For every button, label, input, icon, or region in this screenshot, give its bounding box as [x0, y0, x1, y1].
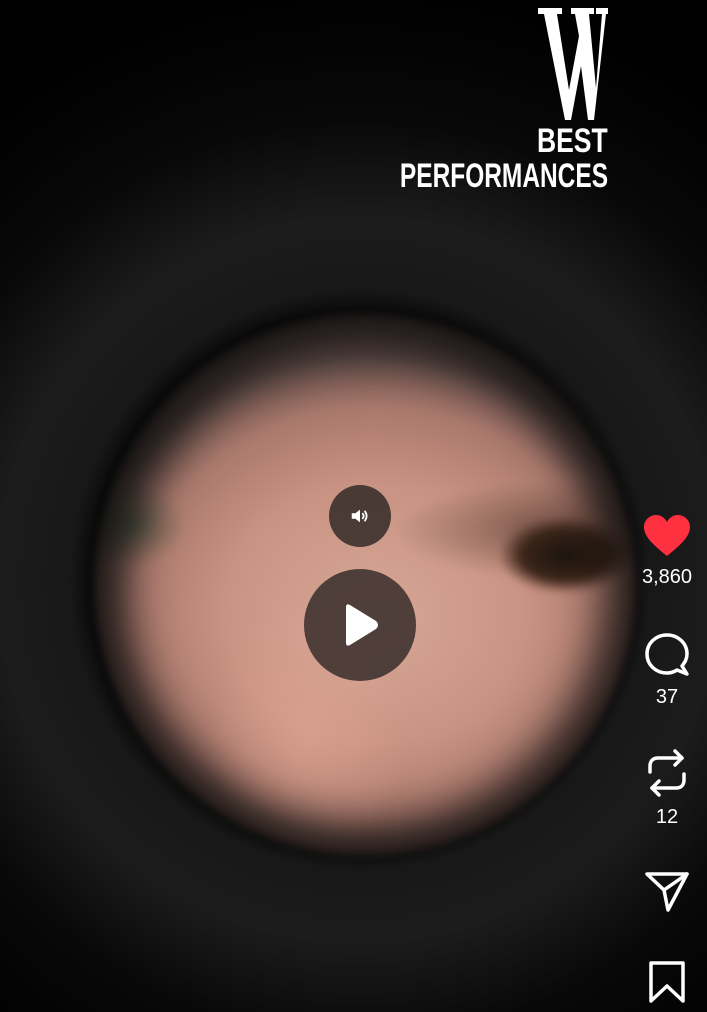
like-count: 3,860 — [641, 566, 693, 588]
bookmark-icon — [649, 961, 685, 1003]
logo-korea-text: KOREA — [550, 20, 556, 47]
comment-action: 37 — [627, 632, 707, 709]
share-button[interactable] — [644, 868, 690, 914]
comment-button[interactable] — [644, 632, 690, 678]
w-logo-letter — [538, 8, 608, 120]
repost-icon — [648, 749, 686, 797]
like-action: 3,860 — [627, 514, 707, 589]
repost-action: 12 — [627, 748, 707, 829]
save-action — [627, 960, 707, 1004]
send-paper-plane-icon — [645, 872, 689, 912]
repost-button[interactable] — [644, 748, 690, 798]
sound-toggle-button[interactable] — [329, 485, 391, 547]
repost-count: 12 — [655, 806, 679, 828]
comment-count: 37 — [655, 686, 679, 708]
heart-icon — [644, 515, 690, 556]
share-action — [627, 868, 707, 914]
speaker-icon — [351, 509, 368, 523]
play-button[interactable] — [304, 569, 416, 681]
play-icon — [346, 604, 378, 646]
save-button[interactable] — [648, 960, 686, 1004]
logo-best-text: BEST — [537, 122, 608, 160]
comment-bubble-icon — [645, 633, 689, 676]
like-button[interactable] — [642, 514, 692, 558]
logo-performances-text: PERFORMANCES — [399, 157, 608, 195]
